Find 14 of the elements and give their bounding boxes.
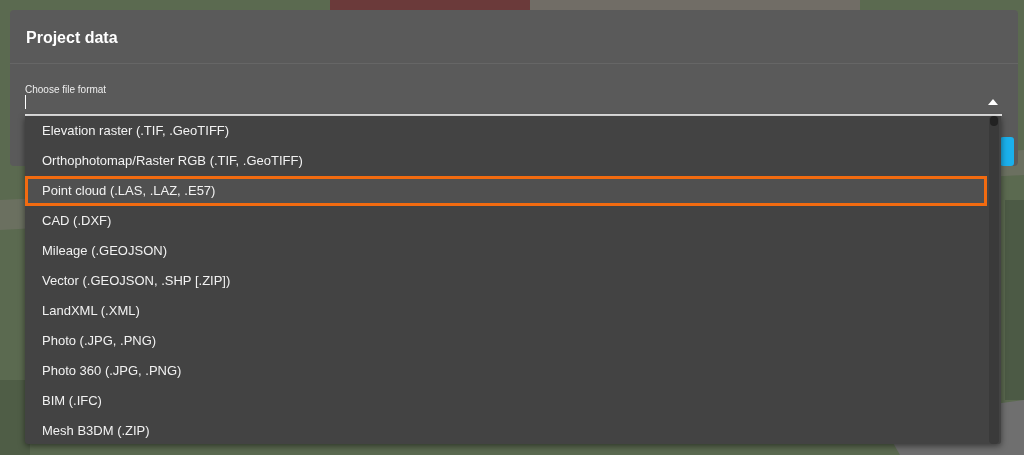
- menu-option[interactable]: Orthophotomap/Raster RGB (.TIF, .GeoTIFF): [25, 146, 987, 176]
- menu-option[interactable]: BIM (.IFC): [25, 386, 987, 416]
- menu-option[interactable]: Mesh B3DM (.ZIP): [25, 416, 987, 446]
- menu-option[interactable]: Mileage (.GEOJSON): [25, 236, 987, 266]
- menu-option[interactable]: Photo (.JPG, .PNG): [25, 326, 987, 356]
- caret-icon: [988, 99, 998, 105]
- menu-option[interactable]: Point cloud (.LAS, .LAZ, .E57): [25, 176, 987, 206]
- menu-option[interactable]: Elevation raster (.TIF, .GeoTIFF): [25, 116, 987, 146]
- menu-option[interactable]: CAD (.DXF): [25, 206, 987, 236]
- scrollbar[interactable]: [989, 116, 999, 444]
- menu-option[interactable]: LandXML (.XML): [25, 296, 987, 326]
- menu-option[interactable]: Photo 360 (.JPG, .PNG): [25, 356, 987, 386]
- menu-option[interactable]: Vector (.GEOJSON, .SHP [.ZIP]): [25, 266, 987, 296]
- dialog-title: Project data: [26, 28, 118, 48]
